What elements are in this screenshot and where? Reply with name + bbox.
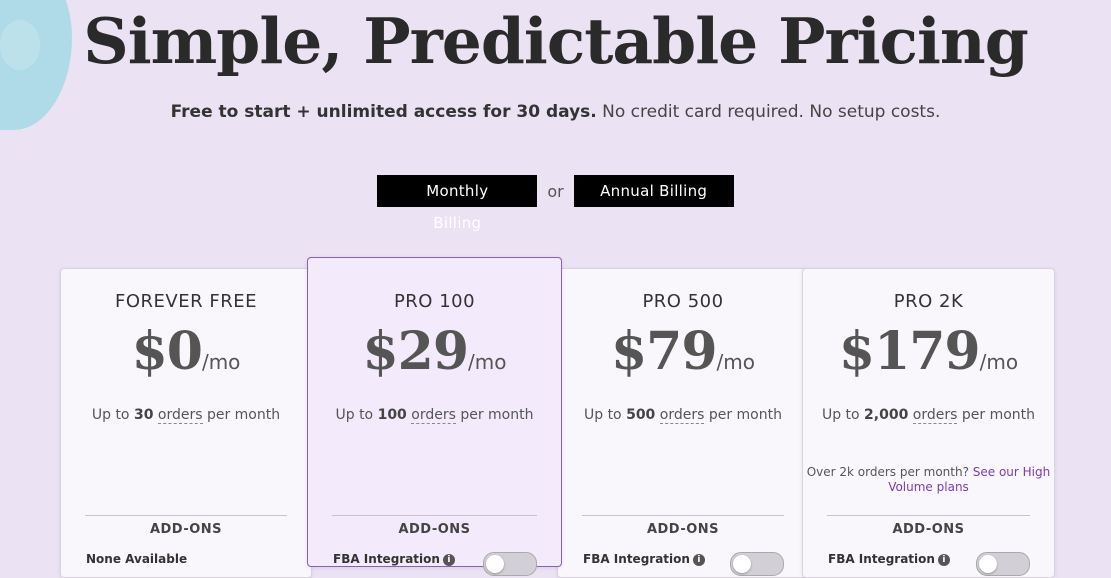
price-amount: $179 <box>838 321 981 382</box>
orders-prefix: Up to <box>335 407 378 423</box>
plan-price: $179/mo <box>803 321 1054 382</box>
plan-name: PRO 100 <box>393 291 476 312</box>
info-icon[interactable]: i <box>692 554 705 566</box>
fba-integration-toggle[interactable] <box>730 552 784 576</box>
price-amount: $79 <box>610 321 718 382</box>
orders-suffix: per month <box>455 407 534 423</box>
orders-prefix: Up to <box>821 407 865 423</box>
price-period: /mo <box>201 350 241 374</box>
info-icon[interactable]: i <box>937 554 950 566</box>
plan-name: FOREVER FREE <box>115 291 257 312</box>
addon-row: None Available <box>86 552 287 566</box>
orders-tooltip-term[interactable]: orders <box>912 407 958 424</box>
plan-orders: Up to 30 orders per month <box>61 407 311 424</box>
price-period: /mo <box>716 350 755 374</box>
info-icon[interactable]: i <box>442 554 455 566</box>
plan-card-pro-500: PRO 500 $79/mo Up to 500 orders per mont… <box>557 268 809 578</box>
price-amount: $29 <box>362 321 469 382</box>
page-subtitle: Free to start + unlimited access for 30 … <box>0 102 1111 122</box>
addons-heading: ADD-ONS <box>827 515 1030 537</box>
plan-price: $0/mo <box>61 321 311 382</box>
orders-suffix: per month <box>704 407 782 423</box>
annual-billing-button[interactable]: Annual Billing <box>573 175 734 207</box>
plan-card-pro-100: PRO 100 $29/mo Up to 100 orders per mont… <box>307 257 562 576</box>
plan-orders: Up to 100 orders per month <box>308 407 561 424</box>
page-title: Simple, Predictable Pricing <box>83 4 1029 78</box>
billing-toggle: Monthly Billing or Annual Billing <box>0 175 1111 232</box>
plan-card-pro-2k: PRO 2K $179/mo Up to 2,000 orders per mo… <box>802 268 1055 578</box>
fba-integration-toggle[interactable] <box>483 552 537 576</box>
plan-price: $79/mo <box>558 321 808 382</box>
price-period: /mo <box>979 350 1019 374</box>
orders-count: 2,000 <box>864 407 909 423</box>
plan-name: PRO 500 <box>642 291 724 312</box>
addon-label: FBA Integration <box>583 552 690 566</box>
orders-count: 500 <box>626 407 656 423</box>
orders-suffix: per month <box>957 407 1036 423</box>
plan-orders: Up to 500 orders per month <box>558 407 808 424</box>
orders-count: 30 <box>133 407 154 423</box>
orders-tooltip-term[interactable]: orders <box>659 407 705 424</box>
addon-label: FBA Integration <box>828 552 935 566</box>
orders-prefix: Up to <box>583 407 627 423</box>
high-volume-note: Over 2k orders per month? See our High V… <box>803 465 1054 495</box>
plan-orders: Up to 2,000 orders per month <box>803 407 1054 424</box>
addon-label: None Available <box>86 552 188 566</box>
addon-row: FBA Integration i <box>828 552 1030 576</box>
billing-or-label: or <box>547 181 564 201</box>
orders-count: 100 <box>377 407 407 423</box>
price-period: /mo <box>468 350 507 374</box>
subtitle-text: No credit card required. No setup costs. <box>596 102 941 122</box>
addons-heading: ADD-ONS <box>85 515 287 537</box>
addon-row: FBA Integration i <box>333 552 537 576</box>
orders-prefix: Up to <box>91 407 134 423</box>
addons-heading: ADD-ONS <box>332 515 537 537</box>
orders-tooltip-term[interactable]: orders <box>157 407 203 424</box>
plan-name: PRO 2K <box>893 291 964 312</box>
orders-suffix: per month <box>202 407 281 423</box>
plan-price: $29/mo <box>308 321 561 382</box>
addon-label: FBA Integration <box>333 552 440 566</box>
orders-tooltip-term[interactable]: orders <box>411 407 456 424</box>
price-amount: $0 <box>131 321 203 382</box>
plan-card-forever-free: FOREVER FREE $0/mo Up to 30 orders per m… <box>60 268 312 578</box>
high-volume-text: Over 2k orders per month? <box>806 465 973 479</box>
subtitle-highlight: Free to start + unlimited access for 30 … <box>170 102 597 122</box>
addons-heading: ADD-ONS <box>582 515 784 537</box>
addon-row: FBA Integration i <box>583 552 784 576</box>
fba-integration-toggle[interactable] <box>976 552 1030 576</box>
monthly-billing-button[interactable]: Monthly Billing <box>377 175 538 232</box>
